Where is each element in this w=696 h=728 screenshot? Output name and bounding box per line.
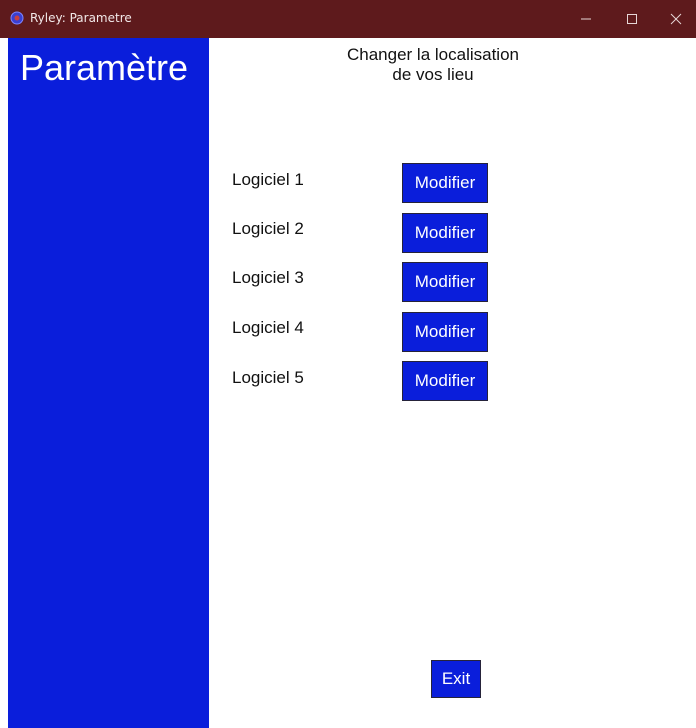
maximize-button[interactable] <box>612 0 652 38</box>
sidebar: Paramètre <box>8 38 209 728</box>
modify-button-logiciel-4[interactable]: Modifier <box>402 312 488 352</box>
row-label-logiciel-5: Logiciel 5 <box>232 368 304 387</box>
heading-line-1: Changer la localisation <box>347 45 519 64</box>
row-label-logiciel-4: Logiciel 4 <box>232 318 304 337</box>
modify-button-logiciel-1[interactable]: Modifier <box>402 163 488 203</box>
maximize-icon <box>627 14 637 24</box>
close-button[interactable] <box>656 0 696 38</box>
close-icon <box>670 13 682 25</box>
window-title: Ryley: Parametre <box>30 11 132 25</box>
minimize-button[interactable] <box>566 0 606 38</box>
app-icon <box>10 11 24 25</box>
sidebar-title: Paramètre <box>20 47 189 88</box>
modify-button-logiciel-3[interactable]: Modifier <box>402 262 488 302</box>
exit-button[interactable]: Exit <box>431 660 481 698</box>
page-heading: Changer la localisation de vos lieu <box>300 45 566 85</box>
row-label-logiciel-1: Logiciel 1 <box>232 170 304 189</box>
modify-button-logiciel-5[interactable]: Modifier <box>402 361 488 401</box>
heading-line-2: de vos lieu <box>392 65 474 84</box>
window-border <box>0 38 8 728</box>
row-label-logiciel-3: Logiciel 3 <box>232 268 304 287</box>
row-label-logiciel-2: Logiciel 2 <box>232 219 304 238</box>
title-bar[interactable]: Ryley: Parametre <box>0 0 696 38</box>
modify-button-logiciel-2[interactable]: Modifier <box>402 213 488 253</box>
minimize-icon <box>581 18 591 20</box>
